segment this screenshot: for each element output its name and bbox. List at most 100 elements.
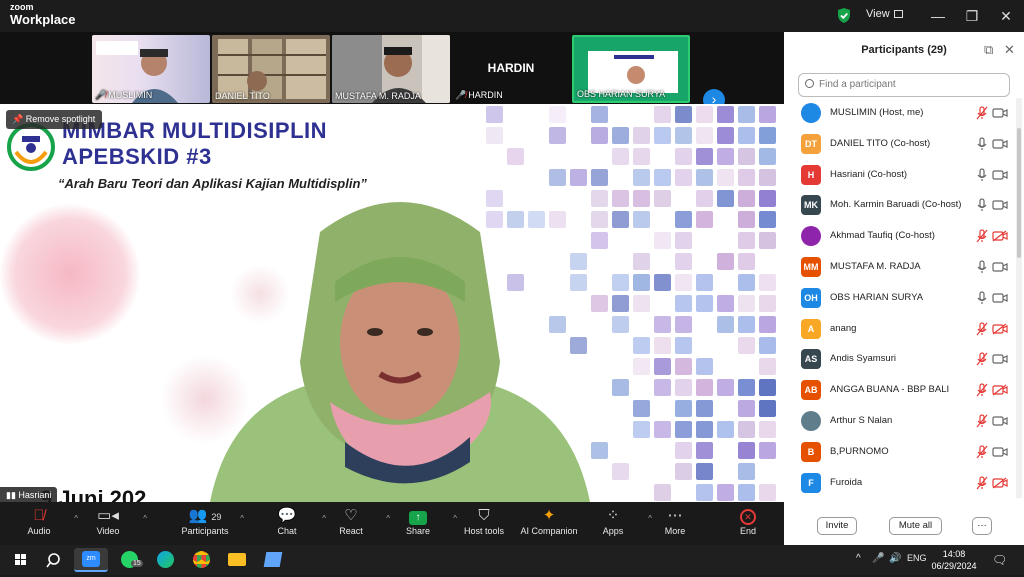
search-icon[interactable] <box>38 548 72 572</box>
participant-row[interactable]: Akhmad Taufiq (Co-host) <box>784 221 1016 252</box>
mute-all-button[interactable]: Mute all <box>889 517 942 535</box>
tile-name: 🎤̸ HARDIN <box>455 90 503 100</box>
mic-muted-icon[interactable] <box>976 105 988 121</box>
tray-chevron-icon[interactable]: ^ <box>856 553 861 564</box>
notes-app-icon[interactable] <box>256 548 290 572</box>
file-explorer-icon[interactable] <box>220 548 254 572</box>
participant-row[interactable]: AB ANGGA BUANA - BBP BALI <box>784 375 1016 406</box>
chevron-up-icon[interactable]: ^ <box>143 514 147 523</box>
mic-muted-icon[interactable] <box>976 413 988 429</box>
mosaic-square <box>759 421 776 438</box>
camera-off-icon[interactable] <box>992 323 1008 335</box>
participant-row[interactable]: H Hasriani (Co-host) <box>784 160 1016 191</box>
speaker-volume-icon[interactable]: 🔊 <box>889 553 901 564</box>
taskbar-clock[interactable]: 14:08 06/29/2024 <box>924 548 984 572</box>
react-button[interactable]: ♡ React ^ <box>316 506 390 536</box>
mic-muted-icon[interactable] <box>976 382 988 398</box>
close-icon[interactable]: ✕ <box>996 6 1016 26</box>
mosaic-square <box>738 127 755 144</box>
camera-icon[interactable] <box>992 107 1008 119</box>
share-button[interactable]: ↑ Share ^ <box>383 506 457 536</box>
shield-check-icon[interactable] <box>836 7 852 24</box>
notification-icon[interactable]: 🗨 <box>992 553 1007 567</box>
mic-icon[interactable] <box>976 167 988 183</box>
participant-row[interactable]: MM MUSTAFA M. RADJA <box>784 252 1016 283</box>
mosaic-square <box>591 169 608 186</box>
host-tools-button[interactable]: ⛉ Host tools <box>449 506 519 536</box>
mosaic-square <box>549 106 566 123</box>
camera-icon[interactable] <box>992 138 1008 150</box>
windows-start-icon[interactable] <box>4 548 38 572</box>
more-button[interactable]: ⋯ More <box>640 506 710 536</box>
camera-icon[interactable] <box>992 353 1008 365</box>
mic-icon[interactable] <box>976 290 988 306</box>
mosaic-square <box>675 379 692 396</box>
mic-icon[interactable] <box>976 259 988 275</box>
camera-off-icon[interactable] <box>992 384 1008 396</box>
mosaic-square <box>696 358 713 375</box>
participant-row[interactable]: F Furoida <box>784 468 1016 499</box>
participant-name: Andis Syamsuri <box>830 353 896 365</box>
camera-icon[interactable] <box>992 199 1008 211</box>
video-tile-daniel-tito[interactable]: DANIEL TITO <box>212 35 330 103</box>
more-options-button[interactable]: ··· <box>972 517 992 535</box>
camera-icon[interactable] <box>992 261 1008 273</box>
chevron-up-icon[interactable]: ^ <box>240 514 244 523</box>
video-button[interactable]: ▭◂ Video ^ <box>73 506 147 536</box>
restore-icon[interactable]: ❐ <box>962 6 982 26</box>
end-button[interactable]: ✕ End <box>713 506 783 536</box>
video-tile-muslimin[interactable]: 🎤̸ MUSLIMIN <box>92 35 210 103</box>
pop-out-icon[interactable]: ⧉ <box>984 42 993 58</box>
camera-icon[interactable] <box>992 415 1008 427</box>
mic-muted-icon[interactable] <box>976 351 988 367</box>
participant-row[interactable]: AS Andis Syamsuri <box>784 344 1016 375</box>
mosaic-square <box>654 421 671 438</box>
minimize-icon[interactable]: — <box>928 6 948 26</box>
close-panel-icon[interactable]: ✕ <box>1004 42 1015 58</box>
participant-row[interactable]: DT DANIEL TITO (Co-host) <box>784 129 1016 160</box>
audio-button[interactable]: 🎙̸ Audio ^ <box>4 506 78 536</box>
mic-icon[interactable] <box>976 136 988 152</box>
zoom-taskbar-icon[interactable]: zm <box>74 548 108 572</box>
ai-companion-button[interactable]: ✦ AI Companion <box>514 506 584 536</box>
mic-muted-icon[interactable] <box>976 475 988 491</box>
camera-icon[interactable] <box>992 446 1008 458</box>
participant-row[interactable]: Arthur S Nalan <box>784 406 1016 437</box>
microphone-icon[interactable]: 🎤 <box>872 553 884 564</box>
participants-button[interactable]: 👥 29 Participants ^ <box>170 506 244 536</box>
remove-spotlight-button[interactable]: 📌 Remove spotlight <box>6 110 103 129</box>
chat-button[interactable]: 💬 Chat ^ <box>252 506 326 536</box>
participant-row[interactable]: OH OBS HARIAN SURYA <box>784 283 1016 314</box>
camera-off-icon[interactable] <box>992 477 1008 489</box>
mosaic-square <box>654 232 671 249</box>
mosaic-square <box>738 106 755 123</box>
edge-browser-icon[interactable] <box>148 548 182 572</box>
chrome-icon[interactable] <box>184 548 218 572</box>
camera-icon[interactable] <box>992 169 1008 181</box>
view-button[interactable]: View <box>866 8 903 20</box>
participant-row[interactable]: MK Moh. Karmin Baruadi (Co-host) <box>784 190 1016 221</box>
participant-search-input[interactable]: Find a participant <box>798 73 1010 97</box>
whatsapp-icon[interactable]: 15 <box>112 548 146 572</box>
participant-row[interactable]: Aanang <box>784 314 1016 345</box>
mic-muted-icon[interactable] <box>976 321 988 337</box>
video-tile-mustafa[interactable]: MUSTAFA M. RADJA <box>332 35 450 103</box>
mic-muted-icon[interactable] <box>976 444 988 460</box>
panel-scrollbar[interactable] <box>1016 98 1022 498</box>
mic-muted-icon[interactable] <box>976 228 988 244</box>
video-tile-hardin[interactable]: HARDIN 🎤̸ HARDIN <box>452 35 570 103</box>
video-tile-obs[interactable]: OBS HARIAN SURYA <box>572 35 690 103</box>
participant-name: Hasriani (Co-host) <box>830 168 908 180</box>
invite-button[interactable]: Invite <box>817 517 857 535</box>
mosaic-square <box>675 127 692 144</box>
mosaic-square <box>717 421 734 438</box>
mic-icon[interactable] <box>976 197 988 213</box>
camera-off-icon[interactable] <box>992 230 1008 242</box>
participant-row[interactable]: MUSLIMIN (Host, me) <box>784 98 1016 129</box>
mosaic-square <box>696 484 713 501</box>
mosaic-square <box>675 211 692 228</box>
signal-icon: ▮▮ <box>6 490 16 500</box>
camera-icon[interactable] <box>992 292 1008 304</box>
participant-row[interactable]: B B,PURNOMO <box>784 437 1016 468</box>
apps-button[interactable]: ⁘ Apps ^ <box>578 506 652 536</box>
